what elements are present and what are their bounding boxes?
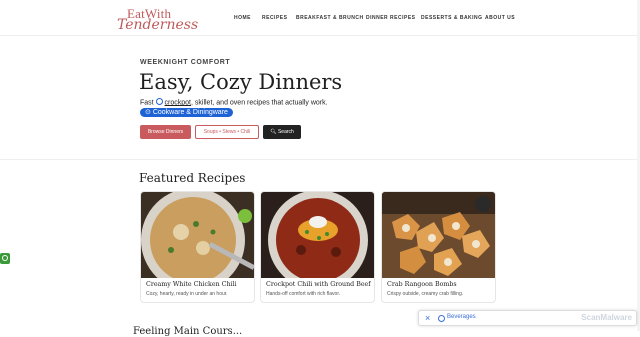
link-circle-icon [155, 98, 163, 105]
bottom-ad-bar: × Beverages ScanMalware [418, 310, 637, 326]
lede-start: Fast [140, 99, 154, 107]
section-divider [0, 159, 637, 160]
recipe-card[interactable]: Crockpot Chili with Ground Beef Hands-of… [260, 191, 375, 303]
recipe-card[interactable]: Crab Rangoon Bombs Crispy outside, cream… [381, 191, 496, 303]
search-button[interactable]: 🔍︎ Search [263, 125, 301, 139]
lede-end: , skillet, and oven recipes that actuall… [191, 99, 328, 107]
recipe-card-desc: Cozy, hearty, ready in under an hour. [146, 291, 228, 297]
beverages-chip[interactable]: Beverages [447, 314, 476, 320]
beverages-chip-icon [438, 315, 445, 322]
recipe-card[interactable]: Creamy White Chicken Chili Cozy, hearty,… [140, 191, 255, 303]
recipe-card-title: Crockpot Chili with Ground Beef [266, 281, 371, 288]
badge-icon [2, 255, 8, 261]
nav-recipes[interactable]: RECIPES [262, 15, 287, 21]
browse-dinners-button[interactable]: Browse Dinners [140, 125, 191, 139]
watermark-logo: ScanMalware [581, 313, 632, 322]
cookware-link-pill[interactable]: ⊙ Cookware & Diningware [140, 108, 233, 117]
hero-lede: Fast crockpot, skillet, and oven recipes… [140, 98, 328, 107]
site-logo[interactable]: EatWith Tenderness [117, 6, 209, 33]
nav-breakfast-brunch[interactable]: BREAKFAST & BRUNCH [296, 15, 364, 21]
crab-rangoon-bombs-image [382, 192, 495, 278]
site-header: EatWith Tenderness HOME RECIPES BREAKFAS… [0, 0, 640, 36]
next-section-heading: Feeling Main Cours... [133, 326, 243, 337]
nav-desserts-baking[interactable]: DESSERTS & BAKING [421, 15, 483, 21]
nav-dinner-recipes[interactable]: DINNER RECIPES [366, 15, 416, 21]
featured-heading: Featured Recipes [139, 171, 246, 185]
soups-stews-chili-button[interactable]: Soups • Stews • Chili [195, 125, 259, 139]
white-chicken-chili-image [141, 192, 254, 278]
recipe-card-title: Crab Rangoon Bombs [387, 281, 457, 288]
close-icon[interactable]: × [425, 313, 430, 323]
floating-badge[interactable] [0, 253, 10, 264]
nav-home[interactable]: HOME [234, 15, 251, 21]
recipe-card-desc: Crispy outside, creamy crab filling. [387, 291, 464, 297]
crockpot-link[interactable]: crockpot [165, 99, 191, 106]
search-button-label: Search [277, 129, 294, 135]
pill-label: Cookware & Diningware [152, 109, 228, 116]
logo-line2: Tenderness [117, 17, 199, 33]
recipe-card-desc: Hands-off comfort with rich flavor. [266, 291, 341, 297]
nav-about-us[interactable]: ABOUT US [485, 15, 515, 21]
search-icon: 🔍︎ [270, 129, 277, 135]
recipe-card-title: Creamy White Chicken Chili [146, 281, 237, 288]
hero-eyebrow: WEEKNIGHT COMFORT [140, 59, 231, 66]
hero-title: Easy, Cozy Dinners [139, 70, 343, 94]
pill-circle-icon: ⊙ [145, 109, 151, 116]
crockpot-chili-image [261, 192, 374, 278]
